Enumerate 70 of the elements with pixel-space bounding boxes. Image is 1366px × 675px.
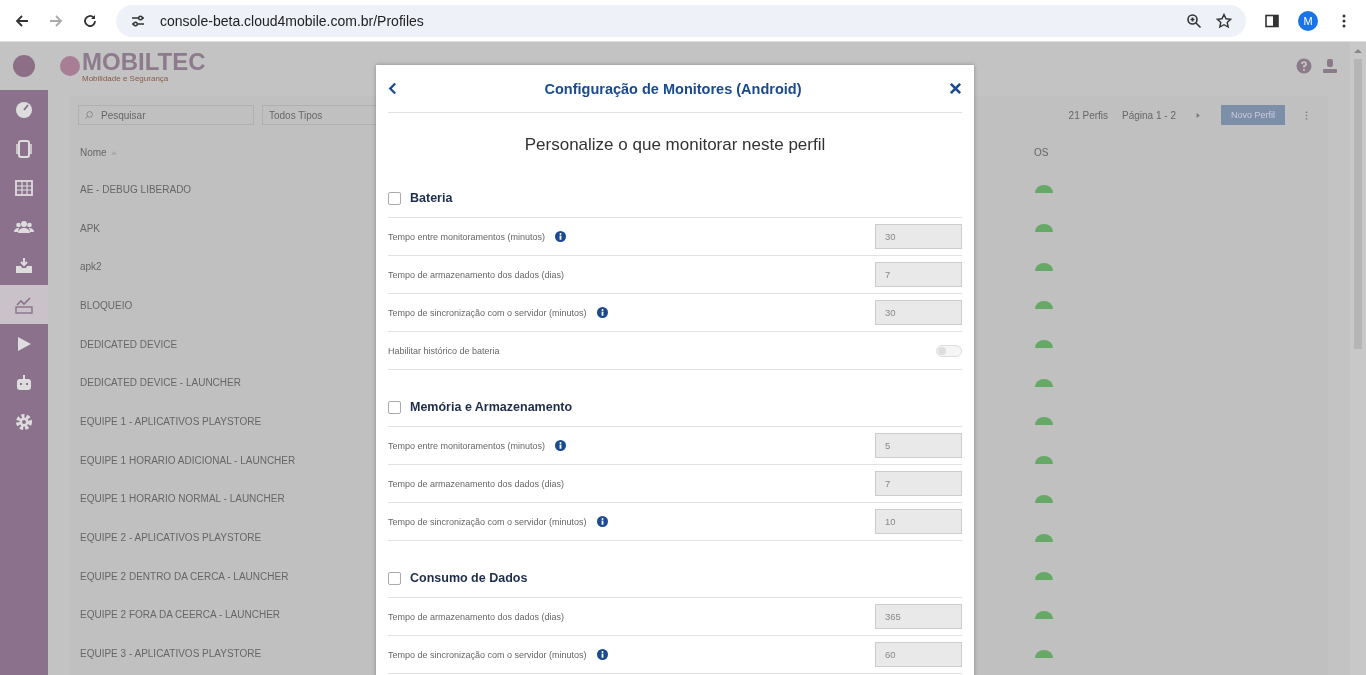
scroll-up-icon[interactable] <box>1354 48 1362 53</box>
info-icon[interactable] <box>596 307 608 318</box>
toggle-switch[interactable] <box>936 344 962 357</box>
setting-label: Tempo entre monitoramentos (minutos) <box>388 440 546 451</box>
setting-label: Tempo de armazenamento dos dados (dias) <box>388 611 565 622</box>
page-range: Página 1 - 2 <box>1122 109 1176 121</box>
checkbox[interactable] <box>388 191 401 205</box>
setting-label: Tempo de sincronização com o servidor (minutos) <box>388 307 587 318</box>
android-icon <box>1034 184 1054 195</box>
side-panel-icon[interactable] <box>1264 12 1280 29</box>
user-icon[interactable] <box>1322 58 1338 74</box>
android-icon <box>1034 261 1054 272</box>
info-icon[interactable] <box>596 649 608 660</box>
robot-icon <box>14 372 34 393</box>
android-icon <box>1034 648 1054 659</box>
checkbox[interactable] <box>388 571 401 585</box>
zoom-icon[interactable] <box>1186 12 1202 29</box>
logo-text: MOBILTEC <box>82 49 206 74</box>
settings-icon <box>14 411 34 432</box>
column-header[interactable]: OS <box>1034 146 1049 158</box>
profile-avatar[interactable]: M <box>1298 10 1318 31</box>
section-title: Bateria <box>410 191 453 205</box>
forward-icon[interactable] <box>48 12 64 29</box>
setting-label: Tempo de armazenamento dos dados (dias) <box>388 269 565 280</box>
dialog-subtitle: Personalize o que monitorar neste perfil <box>523 134 827 156</box>
chart-icon <box>14 294 34 315</box>
checkbox[interactable] <box>388 400 401 414</box>
info-icon[interactable] <box>555 231 567 242</box>
back-icon[interactable] <box>14 12 30 29</box>
setting-label: Habilitar histórico de bateria <box>388 345 500 356</box>
android-icon <box>1034 223 1054 234</box>
section-title: Memória e Armazenamento <box>410 400 573 414</box>
reload-icon[interactable] <box>82 12 98 29</box>
column-header[interactable]: Nome <box>80 146 107 158</box>
android-icon <box>1034 300 1054 311</box>
setting-label: Tempo entre monitoramentos (minutos) <box>388 231 546 242</box>
android-icon <box>1034 377 1054 388</box>
setting-label: Tempo de armazenamento dos dados (dias) <box>388 478 565 489</box>
gauge-icon <box>14 99 34 120</box>
address-bar[interactable]: console-beta.cloud4mobile.com.br/Profiles <box>116 4 1246 37</box>
android-icon <box>1034 532 1054 543</box>
profile-count: 21 Perfis <box>1068 109 1109 121</box>
setting-label: Tempo de sincronização com o servidor (minutos) <box>388 649 587 660</box>
section-title: Consumo de Dados <box>410 571 528 585</box>
dialog-title: Configuração de Monitores (Android) <box>544 80 802 97</box>
logo-icon <box>60 56 80 76</box>
android-icon <box>1034 609 1054 620</box>
info-icon[interactable] <box>555 440 567 451</box>
android-icon <box>1034 493 1054 504</box>
back-icon[interactable] <box>388 82 397 95</box>
setting-label: Tempo de sincronização com o servidor (minutos) <box>388 516 587 527</box>
sidebar-item[interactable] <box>0 285 48 324</box>
android-icon <box>1034 416 1054 427</box>
info-icon[interactable] <box>596 516 608 527</box>
android-icon <box>1034 455 1054 466</box>
menu-toggle-icon[interactable] <box>13 55 35 77</box>
close-icon[interactable] <box>949 82 962 95</box>
search-field[interactable]: Pesquisar <box>78 105 254 125</box>
android-icon <box>1034 339 1054 350</box>
more-options-icon[interactable] <box>1305 110 1308 120</box>
search-icon <box>84 110 94 120</box>
star-icon[interactable] <box>1216 12 1232 29</box>
logo-tagline: Mobilidade e Segurança <box>82 73 170 83</box>
table-icon <box>14 177 34 198</box>
inbox-icon <box>14 255 34 276</box>
android-icon <box>1034 571 1054 582</box>
help-icon[interactable] <box>1296 58 1312 74</box>
phone-icon <box>14 138 34 159</box>
next-page-icon[interactable] <box>1196 111 1201 119</box>
new-profile-button[interactable]: Novo Perfil <box>1221 105 1285 125</box>
